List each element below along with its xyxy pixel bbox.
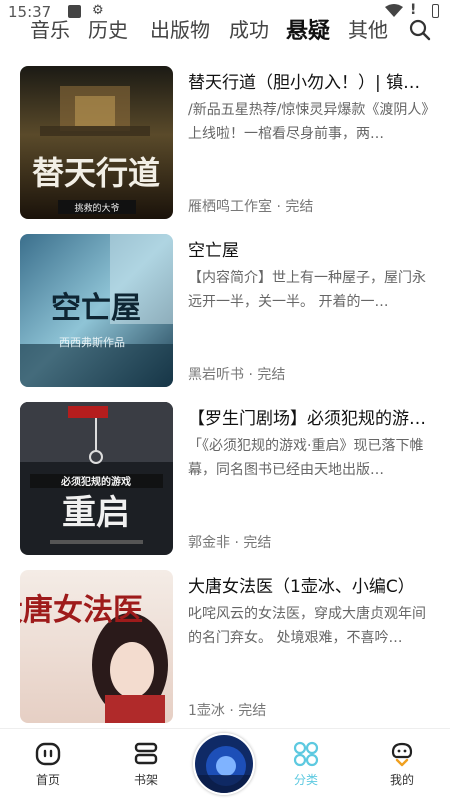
category-tab-bar: 音乐 历史 出版物 成功 悬疑 其他 [0,14,450,46]
nav-category[interactable]: 分类 [276,729,336,800]
book-title: 空亡屋 [188,241,239,261]
book-meta: 1壶冰 · 完结 [188,703,267,719]
nav-home-label: 首页 [35,773,60,787]
tab-publications[interactable]: 出版物 [150,14,210,43]
bookshelf-icon [134,742,158,765]
cover-author-text: 西西弗斯作品 [59,335,125,349]
search-icon[interactable] [408,18,432,42]
book-item[interactable]: 替天行道 挑救的大爷 替天行道（胆小勿入！）| 镇… /新品五星热荐/惊悚灵异爆… [0,66,450,221]
nav-profile[interactable]: 我的 [372,729,432,800]
cover-title-text: 大唐女法医 [20,593,143,628]
category-icon [293,741,319,767]
tab-suspense[interactable]: 悬疑 [286,13,330,45]
profile-icon [391,742,413,767]
book-description: 「《必须犯规的游戏·重启》现已落下帷幕，同名图书已经由天地出版… [188,438,424,478]
book-item[interactable]: 必须犯规的游戏 重启 【罗生门剧场】必须犯规的游… 「《必须犯规的游戏·重启》现… [0,402,450,557]
nav-category-label: 分类 [293,773,318,787]
book-meta: 郭金非 · 完结 [188,535,272,551]
book-title: 【罗生门剧场】必须犯规的游… [188,409,426,429]
book-cover[interactable]: 大唐女法医 [20,570,173,723]
book-description: 【内容简介】世上有一种屋子，屋门永远开一半，关一半。 开着的一… [188,270,426,310]
cover-title-text: 空亡屋 [51,291,141,326]
cover-title-text: 替天行道 [32,154,160,192]
book-title: 大唐女法医（1壶冰、小编C） [188,577,415,597]
cover-title-text: 重启 [62,493,130,533]
nav-bookshelf-label: 书架 [133,773,158,787]
bottom-nav: 首页 书架 分类 我的 [0,728,450,800]
book-title: 替天行道（胆小勿入！）| 镇… [188,73,421,93]
book-description: /新品五星热荐/惊悚灵异爆款《渡阴人》上线啦！一棺看尽身前事，两… [188,102,429,142]
home-icon [35,742,61,766]
book-meta: 黑岩听书 · 完结 [188,367,286,383]
nav-bookshelf[interactable]: 书架 [116,729,176,800]
nav-profile-label: 我的 [389,773,414,787]
tab-music[interactable]: 音乐 [30,14,70,43]
book-cover[interactable]: 空亡屋 西西弗斯作品 [20,234,173,387]
book-description: 叱咤风云的女法医，穿成大唐贞观年间的名门弃女。 处境艰难，不喜吟… [188,606,426,646]
tab-other[interactable]: 其他 [348,14,388,43]
now-playing-cover[interactable] [193,733,255,795]
nav-home[interactable]: 首页 [18,729,78,800]
book-cover[interactable]: 必须犯规的游戏 重启 [20,402,173,555]
cover-author-text: 挑救的大爷 [74,202,119,214]
cover-subtitle-text: 必须犯规的游戏 [60,475,131,488]
tab-history[interactable]: 历史 [88,14,128,43]
book-cover[interactable]: 替天行道 挑救的大爷 [20,66,173,219]
book-item[interactable]: 大唐女法医 大唐女法医（1壶冰、小编C） 叱咤风云的女法医，穿成大唐贞观年间的名… [0,570,450,725]
tab-success[interactable]: 成功 [229,14,269,43]
book-meta: 雁栖鸣工作室 · 完结 [188,199,314,215]
book-item[interactable]: 空亡屋 西西弗斯作品 空亡屋 【内容简介】世上有一种屋子，屋门永远开一半，关一半… [0,234,450,389]
